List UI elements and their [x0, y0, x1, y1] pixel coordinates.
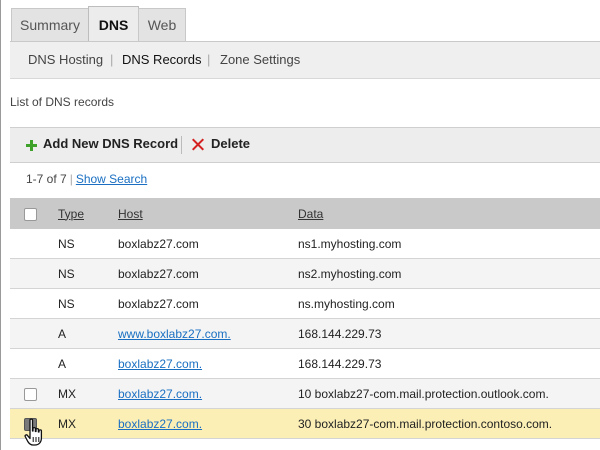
row-select-cell [10, 288, 58, 319]
column-host-label[interactable]: Host [118, 207, 143, 221]
record-host-cell: boxlabz27.com [118, 288, 298, 319]
record-host: boxlabz27.com [118, 296, 199, 311]
select-all-checkbox[interactable] [24, 207, 37, 221]
record-host: boxlabz27.com [118, 266, 199, 281]
record-data: 30 boxlabz27-com.mail.protection.contoso… [298, 408, 600, 439]
tab-strip: Summary DNS Web [1, 0, 600, 42]
column-type[interactable]: Type [58, 198, 118, 229]
row-select-cell [10, 378, 58, 409]
tab-dns[interactable]: DNS [88, 6, 139, 42]
subnav-dns-hosting[interactable]: DNS Hosting [28, 52, 103, 67]
table-row[interactable]: NS boxlabz27.com ns1.myhosting.com [10, 229, 600, 259]
subnav-dns-records[interactable]: DNS Records [122, 52, 201, 67]
record-host-link[interactable]: boxlabz27.com. [118, 357, 202, 371]
row-checkbox[interactable] [24, 387, 37, 401]
record-data: ns1.myhosting.com [298, 229, 600, 259]
pager: 1-7 of 7 | Show Search [26, 172, 147, 186]
column-type-label[interactable]: Type [58, 207, 84, 221]
row-select-cell [10, 258, 58, 289]
record-data: 168.144.229.73 [298, 318, 600, 349]
pager-separator: | [69, 172, 73, 186]
table-row[interactable]: NS boxlabz27.com ns.myhosting.com [10, 288, 600, 319]
subnav-separator: | [207, 52, 211, 67]
tab-summary[interactable]: Summary [11, 8, 89, 41]
column-data[interactable]: Data [298, 198, 600, 229]
table-row[interactable]: Awww.boxlabz27.com. 168.144.229.73 [10, 318, 600, 349]
table-row[interactable]: MX boxlabz27.com. 10 boxlabz27-com.mail.pr… [10, 378, 600, 409]
row-select-cell [10, 348, 58, 379]
column-data-label[interactable]: Data [298, 207, 323, 221]
record-host-link[interactable]: boxlabz27.com. [118, 417, 202, 431]
row-select-cell [10, 318, 58, 349]
record-type: NS [58, 288, 118, 319]
record-type: NS [58, 258, 118, 289]
dns-subnav: DNS Hosting | DNS Records | Zone Setting… [10, 41, 600, 79]
record-host-cell: www.boxlabz27.com. [118, 318, 298, 349]
record-host: boxlabz27.com [118, 236, 199, 251]
record-host-cell: boxlabz27.com. [118, 408, 298, 439]
table-body: NS boxlabz27.com ns1.myhosting.com NS boxlab… [10, 229, 600, 439]
dns-panel: Summary DNS Web DNS Hosting | DNS Record… [0, 0, 600, 450]
record-count: 1-7 of 7 [26, 172, 67, 186]
table-header-row: Type Host Data [10, 198, 600, 229]
record-data: ns.myhosting.com [298, 288, 600, 319]
record-data: 10 boxlabz27-com.mail.protection.outlook… [298, 378, 600, 409]
toolbar-divider [181, 136, 182, 154]
record-host-cell: boxlabz27.com [118, 258, 298, 289]
record-data: 168.144.229.73 [298, 348, 600, 379]
select-all-cell [10, 198, 58, 229]
records-toolbar: Add New DNS Record Delete [10, 127, 600, 163]
plus-icon[interactable] [26, 140, 37, 151]
record-type: MX [58, 378, 118, 409]
hand-cursor-icon [24, 418, 43, 446]
record-host-cell: boxlabz27.com. [118, 348, 298, 379]
table-row[interactable]: MX boxlabz27.com. 30 boxlabz27-com.mail.pr… [10, 408, 600, 439]
record-host-link[interactable]: boxlabz27.com. [118, 387, 202, 401]
record-type: NS [58, 229, 118, 259]
record-type: A [58, 348, 118, 379]
record-host-link[interactable]: www.boxlabz27.com. [118, 327, 231, 341]
column-host[interactable]: Host [118, 198, 298, 229]
record-type: A [58, 318, 118, 349]
row-select-cell [10, 229, 58, 259]
show-search-link[interactable]: Show Search [76, 172, 147, 186]
record-type: MX [58, 408, 118, 439]
page-description: List of DNS records [10, 95, 115, 109]
table-row[interactable]: Aboxlabz27.com. 168.144.229.73 [10, 348, 600, 379]
x-icon[interactable] [192, 138, 205, 151]
dns-records-table: Type Host Data NS boxlabz27.com ns1.myhost… [10, 198, 600, 439]
record-host-cell: boxlabz27.com. [118, 378, 298, 409]
add-new-dns-record-button[interactable]: Add New DNS Record [43, 136, 178, 151]
table-row[interactable]: NS boxlabz27.com ns2.myhosting.com [10, 258, 600, 289]
left-border [0, 0, 1, 450]
record-host-cell: boxlabz27.com [118, 229, 298, 259]
subnav-zone-settings[interactable]: Zone Settings [220, 52, 300, 67]
delete-button[interactable]: Delete [211, 136, 250, 151]
subnav-separator: | [110, 52, 114, 67]
tab-web[interactable]: Web [138, 8, 186, 41]
record-data: ns2.myhosting.com [298, 258, 600, 289]
